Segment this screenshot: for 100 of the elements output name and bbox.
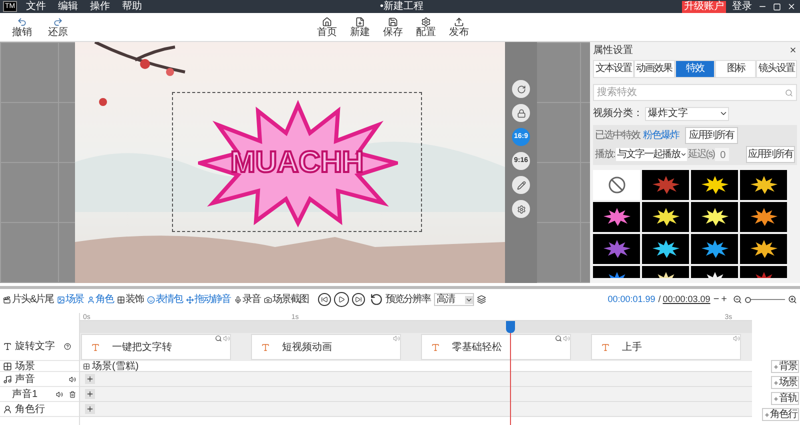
add-track-button[interactable]: 背景	[771, 360, 799, 373]
panel-tab[interactable]: 镜头设置	[756, 60, 797, 78]
image-icon	[56, 296, 65, 304]
zoom-out-icon[interactable]	[733, 295, 742, 304]
toolbar-button[interactable]: 新建	[349, 16, 371, 38]
panel-tab[interactable]: 特效	[674, 60, 716, 78]
effect-thumbnail[interactable]	[642, 234, 689, 264]
search-icon[interactable]	[555, 335, 562, 342]
toolbar-button[interactable]: 首页	[316, 16, 338, 38]
grid-icon	[3, 362, 12, 370]
caret-icon	[680, 151, 687, 158]
add-track-button[interactable]: 音轨	[771, 392, 799, 405]
caret-icon	[719, 109, 728, 118]
effect-thumbnail[interactable]	[740, 170, 787, 200]
new-file-icon	[355, 16, 365, 26]
effect-thumbnail[interactable]	[642, 202, 689, 232]
effect-thumbnail[interactable]	[691, 170, 738, 200]
search-field[interactable]: 搜索特效	[593, 84, 797, 101]
replay-icon[interactable]	[370, 293, 383, 306]
play-dropdown[interactable]: 与文字一起播放	[616, 148, 687, 161]
effect-thumbnail[interactable]	[691, 234, 738, 264]
help-icon[interactable]	[64, 343, 71, 350]
toolbar-button[interactable]: 发布	[448, 16, 470, 38]
window-title: •新建工程	[380, 0, 424, 12]
text-clip[interactable]: 零基础轻松	[421, 334, 571, 360]
timeline-scrollbar[interactable]	[80, 321, 752, 333]
add-icon[interactable]	[85, 404, 95, 414]
toolbar-button[interactable]: 还原	[46, 16, 70, 38]
menu-item[interactable]: 操作	[84, 0, 116, 12]
menu-item[interactable]: 文件	[20, 0, 52, 12]
apply-all-button[interactable]: 应用到所有	[685, 127, 738, 144]
category-dropdown[interactable]: 爆炸文字	[645, 106, 729, 120]
save-icon	[388, 16, 398, 26]
panel-tab[interactable]: 动画效果	[634, 60, 675, 78]
volume-icon[interactable]	[56, 390, 63, 398]
menu-item[interactable]: 帮助	[116, 0, 148, 12]
menu-item[interactable]: 编辑	[52, 0, 84, 12]
effect-thumbnail[interactable]	[642, 170, 689, 200]
playhead-handle[interactable]	[506, 321, 516, 333]
settings-button[interactable]	[512, 200, 530, 218]
pencil-icon	[516, 180, 526, 190]
effect-thumbnail[interactable]	[740, 234, 787, 264]
resolution-dropdown[interactable]: 高清	[434, 293, 474, 306]
track-tool-button[interactable]: 装饰	[116, 292, 144, 307]
undo-icon	[17, 16, 27, 26]
effect-thumbnail[interactable]	[593, 234, 640, 264]
close-icon[interactable]	[789, 46, 797, 54]
text-icon	[261, 342, 270, 352]
plus-icon	[764, 412, 770, 418]
search-icon[interactable]	[215, 335, 222, 342]
edit-button[interactable]	[512, 176, 530, 194]
play-icon[interactable]	[334, 292, 349, 307]
add-track-button[interactable]: 场景	[771, 376, 799, 389]
text-clip[interactable]: 短视频动画	[251, 334, 401, 360]
zoom-in-icon[interactable]	[788, 295, 797, 304]
toolbar-button[interactable]: 配置	[415, 16, 437, 38]
panel-tab[interactable]: 文本设置	[593, 60, 634, 78]
delay-label: 延迟(s)	[688, 148, 714, 162]
person-icon	[3, 404, 12, 414]
track-tool-button[interactable]: 角色	[86, 292, 114, 307]
add-track-button[interactable]: 角色行	[762, 408, 799, 421]
text-clip[interactable]: 上手	[591, 334, 741, 360]
add-icon[interactable]	[85, 389, 95, 399]
effect-thumbnail[interactable]	[691, 202, 738, 232]
add-icon[interactable]	[85, 374, 95, 384]
zoom-slider[interactable]	[745, 296, 785, 302]
clapperboard-icon	[3, 296, 11, 304]
next-icon[interactable]	[352, 293, 365, 306]
toolbar-button[interactable]: 撤销	[10, 16, 34, 38]
text-clip[interactable]: 一键把文字转	[81, 334, 231, 360]
grid-icon	[116, 296, 125, 304]
lock-button[interactable]	[512, 104, 530, 122]
zoom-plus-button[interactable]: +	[721, 292, 726, 307]
panel-tab[interactable]: 图标	[715, 60, 756, 78]
previous-icon[interactable]	[318, 293, 331, 306]
effect-thumbnail[interactable]	[593, 202, 640, 232]
text-icon	[91, 342, 100, 352]
effect-thumbnail[interactable]	[740, 202, 787, 232]
track-tool-button[interactable]: 场景	[56, 292, 84, 307]
caret-icon	[464, 296, 473, 304]
track-tool-button[interactable]: 表情包	[146, 292, 183, 307]
upgrade-button[interactable]: 升级账户	[682, 0, 726, 12]
apply-all-button[interactable]: 应用到所有	[746, 146, 795, 163]
track-tool-button[interactable]: 场景截图	[264, 292, 309, 307]
effect-thumbnail[interactable]	[593, 170, 640, 200]
layers-icon[interactable]	[476, 295, 486, 304]
music-icon	[3, 374, 12, 384]
track-tool-button[interactable]: 拖动静音	[186, 292, 231, 307]
login-link[interactable]: 登录	[732, 0, 752, 12]
delay-input[interactable]: 0	[715, 148, 730, 161]
track-tool-button[interactable]: 片头&片尾	[3, 292, 54, 307]
zoom-minus-button[interactable]: −	[713, 292, 718, 307]
toolbar-button[interactable]: 保存	[382, 16, 404, 38]
rotate-button[interactable]	[512, 80, 530, 98]
track-tool-button[interactable]: 录音	[234, 292, 261, 307]
selected-effect-label: 已选中特效	[595, 128, 640, 143]
maximize-icon[interactable]	[773, 2, 781, 10]
slider-thumb[interactable]	[745, 296, 751, 302]
delete-icon[interactable]	[69, 390, 76, 398]
volume-icon[interactable]	[69, 376, 76, 382]
